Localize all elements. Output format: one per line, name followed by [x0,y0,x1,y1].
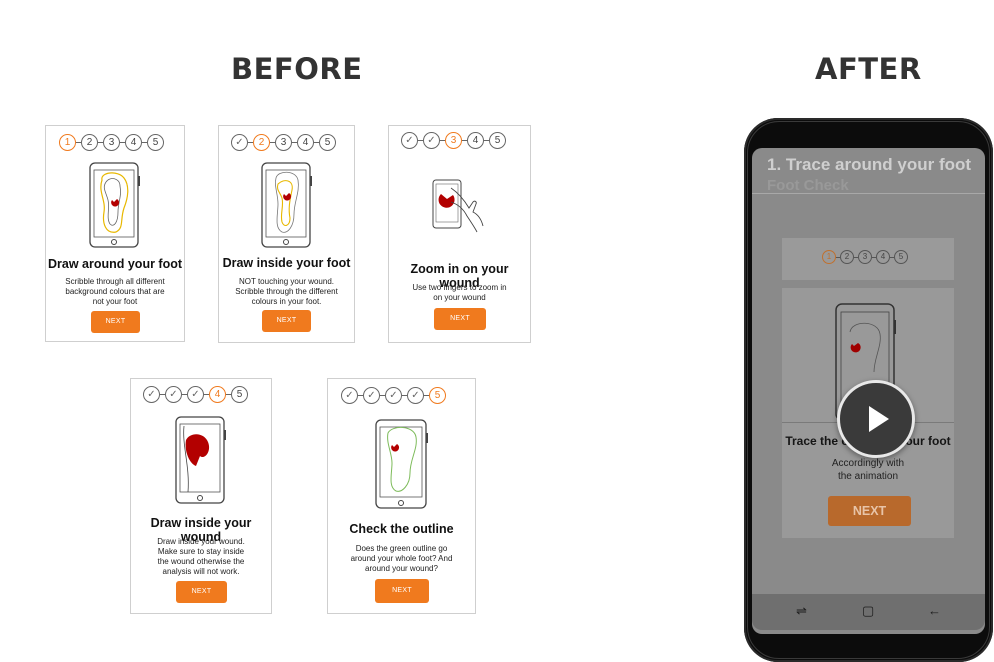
before-heading: BEFORE [231,52,363,86]
step-1: 1 [822,250,836,264]
step-4: 4 [209,386,226,403]
step-indicator: 1 2 3 4 5 [822,250,908,264]
step-3: 3 [445,132,462,149]
phone-illustration-icon [261,162,312,248]
step-5: 5 [147,134,164,151]
card-body: Draw inside your wound. Make sure to sta… [157,537,245,576]
card-body: NOT touching your wound. Scribble throug… [235,277,338,306]
step-3: 3 [858,250,872,264]
step-1: ✓ [341,387,358,404]
next-button[interactable]: NEXT [375,579,429,603]
phone-illustration-icon [89,162,140,248]
step-2: 2 [840,250,854,264]
step-1: ✓ [143,386,160,403]
app-subtitle: Foot Check [767,177,849,194]
step-4: 4 [297,134,314,151]
step-5: 5 [231,386,248,403]
card-body: Accordingly with the animation [831,458,905,482]
card-body: Use two fingers to zoom in on your wound [412,283,507,302]
next-button[interactable]: NEXT [262,310,311,332]
android-nav-bar: ⇌ ▢ ← [752,594,985,630]
step-2: ✓ [423,132,440,149]
step-indicator: ✓ 2 3 4 5 [231,134,336,151]
step-2: ✓ [363,387,380,404]
before-card-2: ✓ 2 3 4 5 Draw inside your foot NOT touc… [218,125,355,343]
step-3: ✓ [385,387,402,404]
step-1: ✓ [231,134,248,151]
before-card-1: 1 2 3 4 5 Draw around your foot Scribble… [45,125,185,342]
card-title: Draw around your foot [47,257,183,271]
phone-illustration-icon [375,419,428,509]
phone-device: 1. Trace around your foot Foot Check 1 2… [744,118,993,662]
step-indicator: ✓ ✓ 3 4 5 [401,132,506,149]
step-5: 5 [429,387,446,404]
step-indicator: ✓ ✓ ✓ 4 5 [143,386,248,403]
step-5: 5 [894,250,908,264]
wound-icon [850,343,861,353]
card-title: Check the outline [349,522,454,536]
step-5: 5 [319,134,336,151]
app-title: 1. Trace around your foot [767,155,972,174]
next-button[interactable]: NEXT [434,308,486,330]
back-arrow-icon[interactable]: ← [928,603,941,618]
step-4: 4 [467,132,484,149]
step-indicator-box: 1 2 3 4 5 [782,238,954,280]
step-4: 4 [876,250,890,264]
step-3: 3 [103,134,120,151]
recent-apps-icon[interactable]: ⇌ [796,603,807,619]
step-2: ✓ [165,386,182,403]
step-4: ✓ [407,387,424,404]
next-button[interactable]: NEXT [176,581,227,603]
step-4: 4 [125,134,142,151]
step-indicator: 1 2 3 4 5 [59,134,164,151]
pinch-hand-icon [432,179,484,233]
step-1: ✓ [401,132,418,149]
next-button[interactable]: NEXT [828,496,911,526]
card-body: Does the green outline go around your wh… [350,544,453,573]
phone-illustration-icon [175,416,226,504]
play-button[interactable] [837,380,915,458]
before-card-4: ✓ ✓ ✓ 4 5 Draw inside your wound Draw in… [130,378,272,614]
next-button[interactable]: NEXT [91,311,140,333]
card-title: Draw inside your foot [222,256,351,270]
before-card-3: ✓ ✓ 3 4 5 Zoom in on your wound Use two … [388,125,531,343]
step-1: 1 [59,134,76,151]
app-screen: 1. Trace around your foot Foot Check 1 2… [752,148,985,634]
step-2: 2 [253,134,270,151]
after-heading: AFTER [815,52,922,86]
step-3: 3 [275,134,292,151]
card-body: Scribble through all different backgroun… [65,277,165,306]
step-2: 2 [81,134,98,151]
before-card-5: ✓ ✓ ✓ ✓ 5 Check the outline Does the gre… [327,378,476,614]
play-icon [869,406,889,432]
home-icon[interactable]: ▢ [862,603,874,619]
step-3: ✓ [187,386,204,403]
step-5: 5 [489,132,506,149]
step-indicator: ✓ ✓ ✓ ✓ 5 [341,387,446,404]
